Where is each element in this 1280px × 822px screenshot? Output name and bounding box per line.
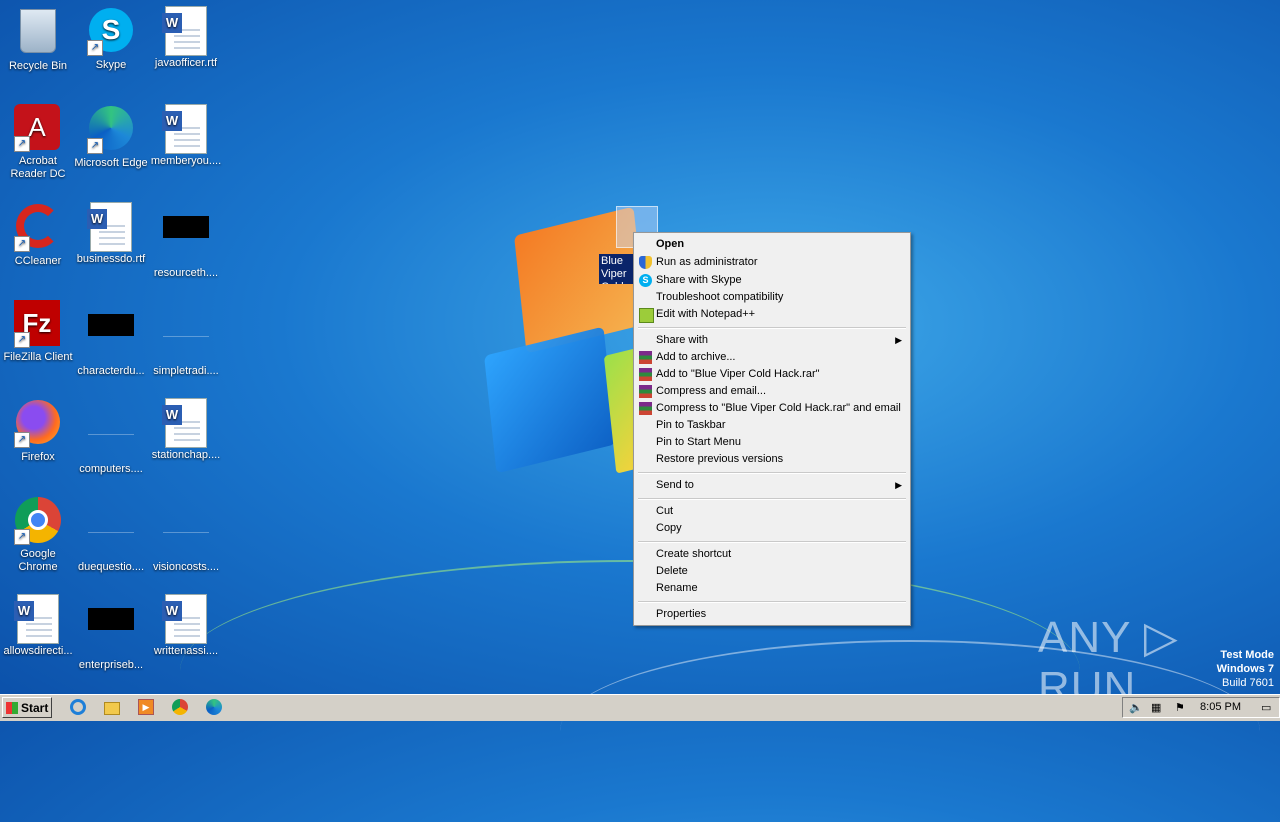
desktop-icon-chrome[interactable]: ↗ Google Chrome bbox=[0, 496, 76, 574]
desktop-icon-characterdu[interactable]: characterdu... bbox=[73, 300, 149, 378]
menu-item-send-to[interactable]: Send to ▶ bbox=[636, 477, 908, 494]
desktop-icon-visioncosts[interactable]: visioncosts.... bbox=[148, 496, 224, 574]
menu-item-edit-notepad[interactable]: Edit with Notepad++ bbox=[636, 306, 908, 323]
desktop-icon-simpletradi[interactable]: simpletradi.... bbox=[148, 300, 224, 378]
test-mode-notice: Test Mode Windows 7 Build 7601 bbox=[1216, 649, 1274, 689]
word-document-icon: W bbox=[162, 594, 210, 644]
notepad-plus-plus-icon bbox=[639, 308, 654, 323]
menu-item-cut[interactable]: Cut bbox=[636, 503, 908, 520]
desktop-icon-ccleaner[interactable]: ↗ CCleaner bbox=[0, 202, 76, 268]
filezilla-icon: Fz ↗ bbox=[14, 300, 62, 348]
menu-item-create-shortcut[interactable]: Create shortcut bbox=[636, 546, 908, 563]
menu-item-rename[interactable]: Rename bbox=[636, 580, 908, 597]
redacted-file-icon bbox=[162, 216, 210, 264]
menu-separator bbox=[638, 472, 906, 474]
redacted-file-icon bbox=[87, 608, 135, 656]
skype-icon: S bbox=[639, 274, 652, 287]
blank-file-icon bbox=[162, 510, 210, 558]
shortcut-arrow-icon: ↗ bbox=[87, 40, 103, 56]
desktop-icon-allowsdirecti[interactable]: W allowsdirecti... bbox=[0, 594, 76, 658]
menu-separator bbox=[638, 327, 906, 329]
winrar-icon bbox=[639, 351, 652, 364]
desktop-icon-acrobat[interactable]: A ↗ Acrobat Reader DC bbox=[0, 104, 76, 181]
skype-icon: S ↗ bbox=[87, 8, 135, 56]
menu-item-troubleshoot[interactable]: Troubleshoot compatibility bbox=[636, 289, 908, 306]
taskbar-clock[interactable]: 8:05 PM bbox=[1200, 701, 1241, 713]
edge-icon[interactable] bbox=[206, 699, 224, 717]
blank-file-icon bbox=[162, 314, 210, 362]
menu-item-pin-start[interactable]: Pin to Start Menu bbox=[636, 434, 908, 451]
desktop-icon-memberyou[interactable]: W memberyou.... bbox=[148, 104, 224, 168]
menu-item-properties[interactable]: Properties bbox=[636, 606, 908, 623]
desktop-icon-filezilla[interactable]: Fz ↗ FileZilla Client bbox=[0, 300, 76, 364]
desktop-icon-firefox[interactable]: ↗ Firefox bbox=[0, 398, 76, 464]
ccleaner-icon: ↗ bbox=[14, 204, 62, 252]
menu-item-open[interactable]: Open bbox=[636, 236, 908, 253]
shortcut-arrow-icon: ↗ bbox=[14, 529, 30, 545]
network-icon[interactable]: ▦ bbox=[1151, 701, 1165, 715]
chrome-icon: ↗ bbox=[14, 497, 62, 545]
winrar-icon bbox=[639, 402, 652, 415]
shortcut-arrow-icon: ↗ bbox=[14, 332, 30, 348]
desktop-icon-skype[interactable]: S ↗ Skype bbox=[73, 6, 149, 72]
windows-flag-icon bbox=[6, 702, 18, 714]
desktop-icon-edge[interactable]: ↗ Microsoft Edge bbox=[73, 104, 149, 170]
desktop-icon-javaofficer[interactable]: W javaofficer.rtf bbox=[148, 6, 224, 70]
winrar-icon bbox=[639, 368, 652, 381]
menu-item-copy[interactable]: Copy bbox=[636, 520, 908, 537]
submenu-arrow-icon: ▶ bbox=[895, 335, 902, 345]
internet-explorer-icon[interactable] bbox=[70, 699, 88, 717]
system-tray: 🔈 ▦ ⚑ 8:05 PM ▭ bbox=[1122, 697, 1280, 718]
menu-item-share-with-skype[interactable]: S Share with Skype bbox=[636, 272, 908, 289]
shortcut-arrow-icon: ↗ bbox=[87, 138, 103, 154]
chrome-icon[interactable] bbox=[172, 699, 190, 717]
desktop-icon-resourceth[interactable]: resourceth.... bbox=[148, 202, 224, 280]
blank-file-icon bbox=[87, 412, 135, 460]
shortcut-arrow-icon: ↗ bbox=[14, 432, 30, 448]
show-desktop-icon[interactable]: ▭ bbox=[1261, 701, 1275, 715]
desktop-icon-computers[interactable]: computers.... bbox=[73, 398, 149, 476]
menu-item-compress-to-rar-email[interactable]: Compress to "Blue Viper Cold Hack.rar" a… bbox=[636, 400, 908, 417]
recycle-bin-icon bbox=[14, 9, 62, 57]
action-center-flag-icon[interactable]: ⚑ bbox=[1175, 701, 1189, 715]
menu-item-pin-taskbar[interactable]: Pin to Taskbar bbox=[636, 417, 908, 434]
desktop-icon-businessdo[interactable]: W businessdo.rtf bbox=[73, 202, 149, 266]
desktop-icon-enterpriseb[interactable]: enterpriseb... bbox=[73, 594, 149, 672]
shortcut-arrow-icon: ↗ bbox=[14, 136, 30, 152]
media-player-icon[interactable]: ▶ bbox=[138, 699, 156, 717]
menu-separator bbox=[638, 541, 906, 543]
blank-file-icon bbox=[87, 510, 135, 558]
menu-item-compress-and-email[interactable]: Compress and email... bbox=[636, 383, 908, 400]
context-menu: Open Run as administrator S Share with Sk… bbox=[633, 232, 911, 626]
desktop-icon-recycle-bin[interactable]: Recycle Bin bbox=[0, 6, 76, 73]
menu-separator bbox=[638, 498, 906, 500]
submenu-arrow-icon: ▶ bbox=[895, 480, 902, 490]
desktop-icon-writtenassi[interactable]: W writtenassi.... bbox=[148, 594, 224, 658]
taskbar: Start ▶ 🔈 ▦ ⚑ 8:05 PM ▭ bbox=[0, 694, 1280, 721]
menu-item-add-to-rar[interactable]: Add to "Blue Viper Cold Hack.rar" bbox=[636, 366, 908, 383]
word-document-icon: W bbox=[87, 202, 135, 252]
menu-item-restore-versions[interactable]: Restore previous versions bbox=[636, 451, 908, 468]
acrobat-icon: A ↗ bbox=[14, 104, 62, 152]
menu-item-add-to-archive[interactable]: Add to archive... bbox=[636, 349, 908, 366]
desktop-icon-duequestio[interactable]: duequestio.... bbox=[73, 496, 149, 574]
firefox-icon: ↗ bbox=[14, 400, 62, 448]
file-explorer-icon[interactable] bbox=[104, 699, 122, 717]
desktop-icon-stationchap[interactable]: W stationchap.... bbox=[148, 398, 224, 462]
menu-item-run-as-administrator[interactable]: Run as administrator bbox=[636, 254, 908, 271]
word-document-icon: W bbox=[162, 398, 210, 448]
word-document-icon: W bbox=[162, 104, 210, 154]
menu-item-delete[interactable]: Delete bbox=[636, 563, 908, 580]
winrar-icon bbox=[639, 385, 652, 398]
edge-icon: ↗ bbox=[87, 106, 135, 154]
start-button[interactable]: Start bbox=[2, 697, 52, 718]
uac-shield-icon bbox=[639, 256, 652, 269]
word-document-icon: W bbox=[162, 6, 210, 56]
shortcut-arrow-icon: ↗ bbox=[14, 236, 30, 252]
word-document-icon: W bbox=[14, 594, 62, 644]
menu-item-share-with[interactable]: Share with ▶ bbox=[636, 332, 908, 349]
menu-separator bbox=[638, 601, 906, 603]
redacted-file-icon bbox=[87, 314, 135, 362]
volume-icon[interactable]: 🔈 bbox=[1129, 701, 1143, 715]
